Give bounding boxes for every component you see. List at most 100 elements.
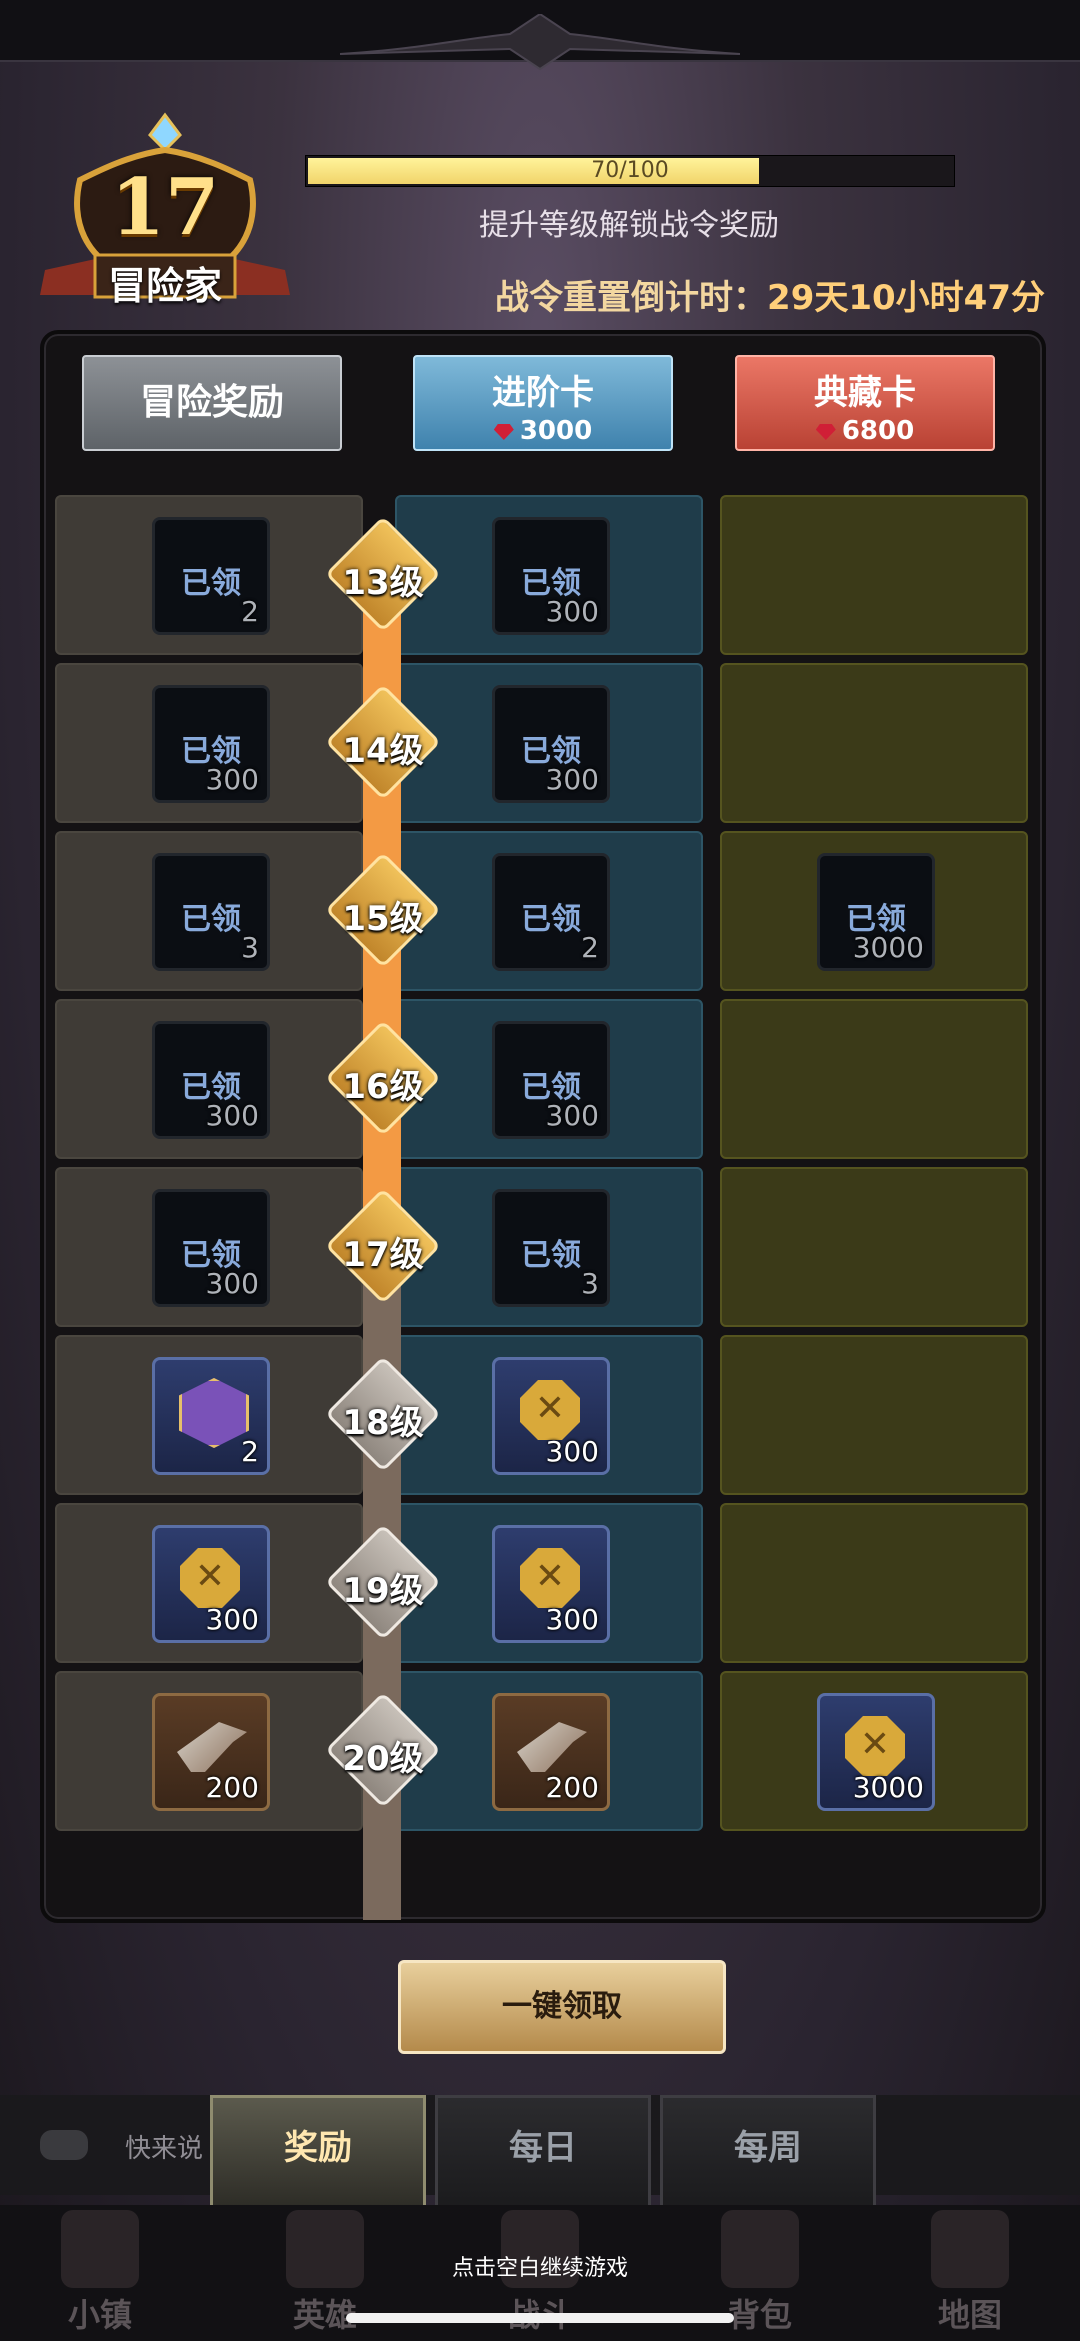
claimed-reward-item[interactable]: 已领 3000 [817, 853, 935, 971]
reward-cell-col [720, 999, 1028, 1159]
collector-card-cost: 6800 [737, 416, 993, 446]
advanced-card-label: 进阶卡 [492, 373, 594, 413]
claimed-reward-item[interactable]: 已领 3 [152, 853, 270, 971]
tab-daily[interactable]: 每日 [435, 2095, 651, 2211]
crest-ornament [340, 14, 740, 71]
reward-cell-col [720, 663, 1028, 823]
reward-item[interactable]: 3000 [817, 1693, 935, 1811]
reward-row: 已领 3 已领 2 已领 3000 [55, 831, 1030, 991]
countdown-value: 29天10小时47分 [767, 278, 1045, 318]
claimed-reward-item[interactable]: 已领 300 [492, 685, 610, 803]
claimed-reward-item[interactable]: 已领 300 [152, 1021, 270, 1139]
item-quantity: 3 [241, 931, 259, 964]
item-quantity: 2 [241, 595, 259, 628]
reward-cell-col [720, 495, 1028, 655]
reward-cell-free: 200 [55, 1671, 363, 1831]
tab-rewards[interactable]: 奖励 [210, 2095, 426, 2211]
free-rewards-label: 冒险奖励 [139, 382, 284, 423]
item-quantity: 300 [545, 1099, 599, 1132]
level-title: 冒险家 [107, 264, 222, 308]
level-node-label: 19级 [342, 1571, 424, 1611]
gold-coin-icon [180, 1548, 240, 1608]
axe-icon [517, 1722, 587, 1772]
item-quantity: 3 [581, 1267, 599, 1300]
reward-cell-free: 已领 3 [55, 831, 363, 991]
chat-input[interactable]: 快来说 [125, 2128, 203, 2165]
level-node-label: 18级 [342, 1403, 424, 1443]
item-quantity: 200 [545, 1771, 599, 1804]
claimed-reward-item[interactable]: 已领 2 [492, 853, 610, 971]
claimed-reward-item[interactable]: 已领 300 [492, 1021, 610, 1139]
claimed-reward-item[interactable]: 已领 300 [492, 517, 610, 635]
item-quantity: 300 [205, 763, 259, 796]
item-quantity: 300 [545, 763, 599, 796]
reward-cell-free: 300 [55, 1503, 363, 1663]
reward-cell-free: 已领 2 [55, 495, 363, 655]
axe-icon [177, 1722, 247, 1772]
purple-emblem-icon [179, 1378, 249, 1448]
level-node: 16级 [324, 1019, 442, 1137]
claim-all-button[interactable]: 一键领取 [398, 1960, 726, 2054]
level-node: 18级 [324, 1355, 442, 1473]
reward-row: 已领 300 已领 3 [55, 1167, 1030, 1327]
level-number: 17 [110, 162, 220, 253]
level-node: 13级 [324, 515, 442, 633]
level-node-label: 15级 [342, 899, 424, 939]
reward-item[interactable]: 200 [492, 1693, 610, 1811]
claimed-reward-item[interactable]: 已领 2 [152, 517, 270, 635]
item-quantity: 300 [205, 1603, 259, 1636]
reward-row: 200 200 3000 [55, 1671, 1030, 1831]
chat-icon[interactable] [40, 2130, 88, 2160]
reward-row: 已领 300 已领 300 [55, 663, 1030, 823]
item-quantity: 2 [241, 1435, 259, 1468]
reward-item[interactable]: 300 [492, 1525, 610, 1643]
level-node: 17级 [324, 1187, 442, 1305]
item-quantity: 300 [545, 1435, 599, 1468]
reward-cell-free: 已领 300 [55, 663, 363, 823]
reward-row: 已领 2 已领 300 [55, 495, 1030, 655]
reward-cell-free: 2 [55, 1335, 363, 1495]
gold-coin-icon [845, 1716, 905, 1776]
advanced-card-button[interactable]: 进阶卡 3000 [413, 355, 673, 451]
item-quantity: 3000 [852, 931, 924, 964]
level-node: 20级 [324, 1691, 442, 1809]
level-node-label: 17级 [342, 1235, 424, 1275]
item-quantity: 300 [545, 595, 599, 628]
reward-cell-col [720, 1167, 1028, 1327]
reward-item[interactable]: 300 [492, 1357, 610, 1475]
reward-item[interactable]: 300 [152, 1525, 270, 1643]
reward-row: 已领 300 已领 300 [55, 999, 1030, 1159]
reward-row: 300 300 [55, 1503, 1030, 1663]
item-quantity: 2 [581, 931, 599, 964]
countdown-label: 战令重置倒计时： [495, 278, 768, 318]
level-node: 15级 [324, 851, 442, 969]
collector-card-label: 典藏卡 [814, 373, 916, 413]
level-node-label: 14级 [342, 731, 424, 771]
reward-item[interactable]: 200 [152, 1693, 270, 1811]
claimed-reward-item[interactable]: 已领 3 [492, 1189, 610, 1307]
claimed-reward-item[interactable]: 已领 300 [152, 685, 270, 803]
level-node-label: 20级 [342, 1739, 424, 1779]
claimed-reward-item[interactable]: 已领 300 [152, 1189, 270, 1307]
level-node-label: 16级 [342, 1067, 424, 1107]
subtitle: 提升等级解锁战令奖励 [479, 208, 779, 243]
tab-free-rewards[interactable]: 冒险奖励 [82, 355, 342, 451]
reward-cell-col: 已领 3000 [720, 831, 1028, 991]
continue-hint[interactable]: 点击空白继续游戏 [0, 2250, 1080, 2282]
xp-bar: 70/100 [305, 155, 955, 187]
item-quantity: 300 [545, 1603, 599, 1636]
reset-countdown: 战令重置倒计时：29天10小时47分 [420, 270, 1045, 319]
level-node: 19级 [324, 1523, 442, 1641]
reward-item[interactable]: 2 [152, 1357, 270, 1475]
gold-coin-icon [520, 1548, 580, 1608]
collector-card-button[interactable]: 典藏卡 6800 [735, 355, 995, 451]
item-quantity: 300 [205, 1267, 259, 1300]
level-node-label: 13级 [342, 563, 424, 603]
tab-weekly[interactable]: 每周 [660, 2095, 876, 2211]
reward-cell-free: 已领 300 [55, 999, 363, 1159]
reward-cell-col [720, 1503, 1028, 1663]
advanced-card-cost: 3000 [415, 416, 671, 446]
reward-rows: 已领 2 已领 300 已领 300 已领 300 已领 3 已领 2 已领 3000 已领 300 已领 300… [55, 495, 1030, 1885]
level-badge: 17 冒险家 [40, 110, 290, 308]
item-quantity: 3000 [852, 1771, 924, 1804]
